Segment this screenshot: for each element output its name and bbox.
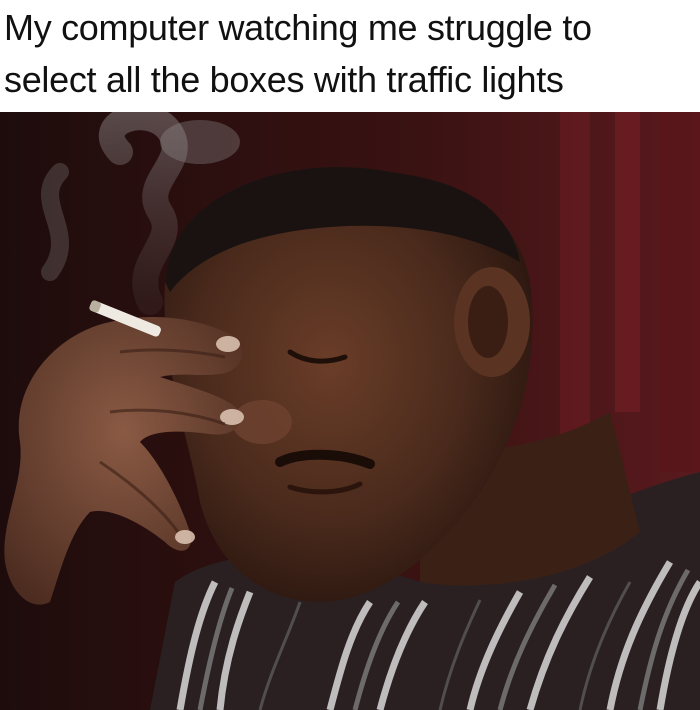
photo-man-facepalm-smoking xyxy=(0,112,700,710)
meme-caption: My computer watching me struggle to sele… xyxy=(0,0,700,112)
caption-line-2: select all the boxes with traffic lights xyxy=(4,59,564,100)
caption-line-1: My computer watching me struggle to xyxy=(4,7,592,48)
meme-image: My computer watching me struggle to sele… xyxy=(0,0,700,710)
